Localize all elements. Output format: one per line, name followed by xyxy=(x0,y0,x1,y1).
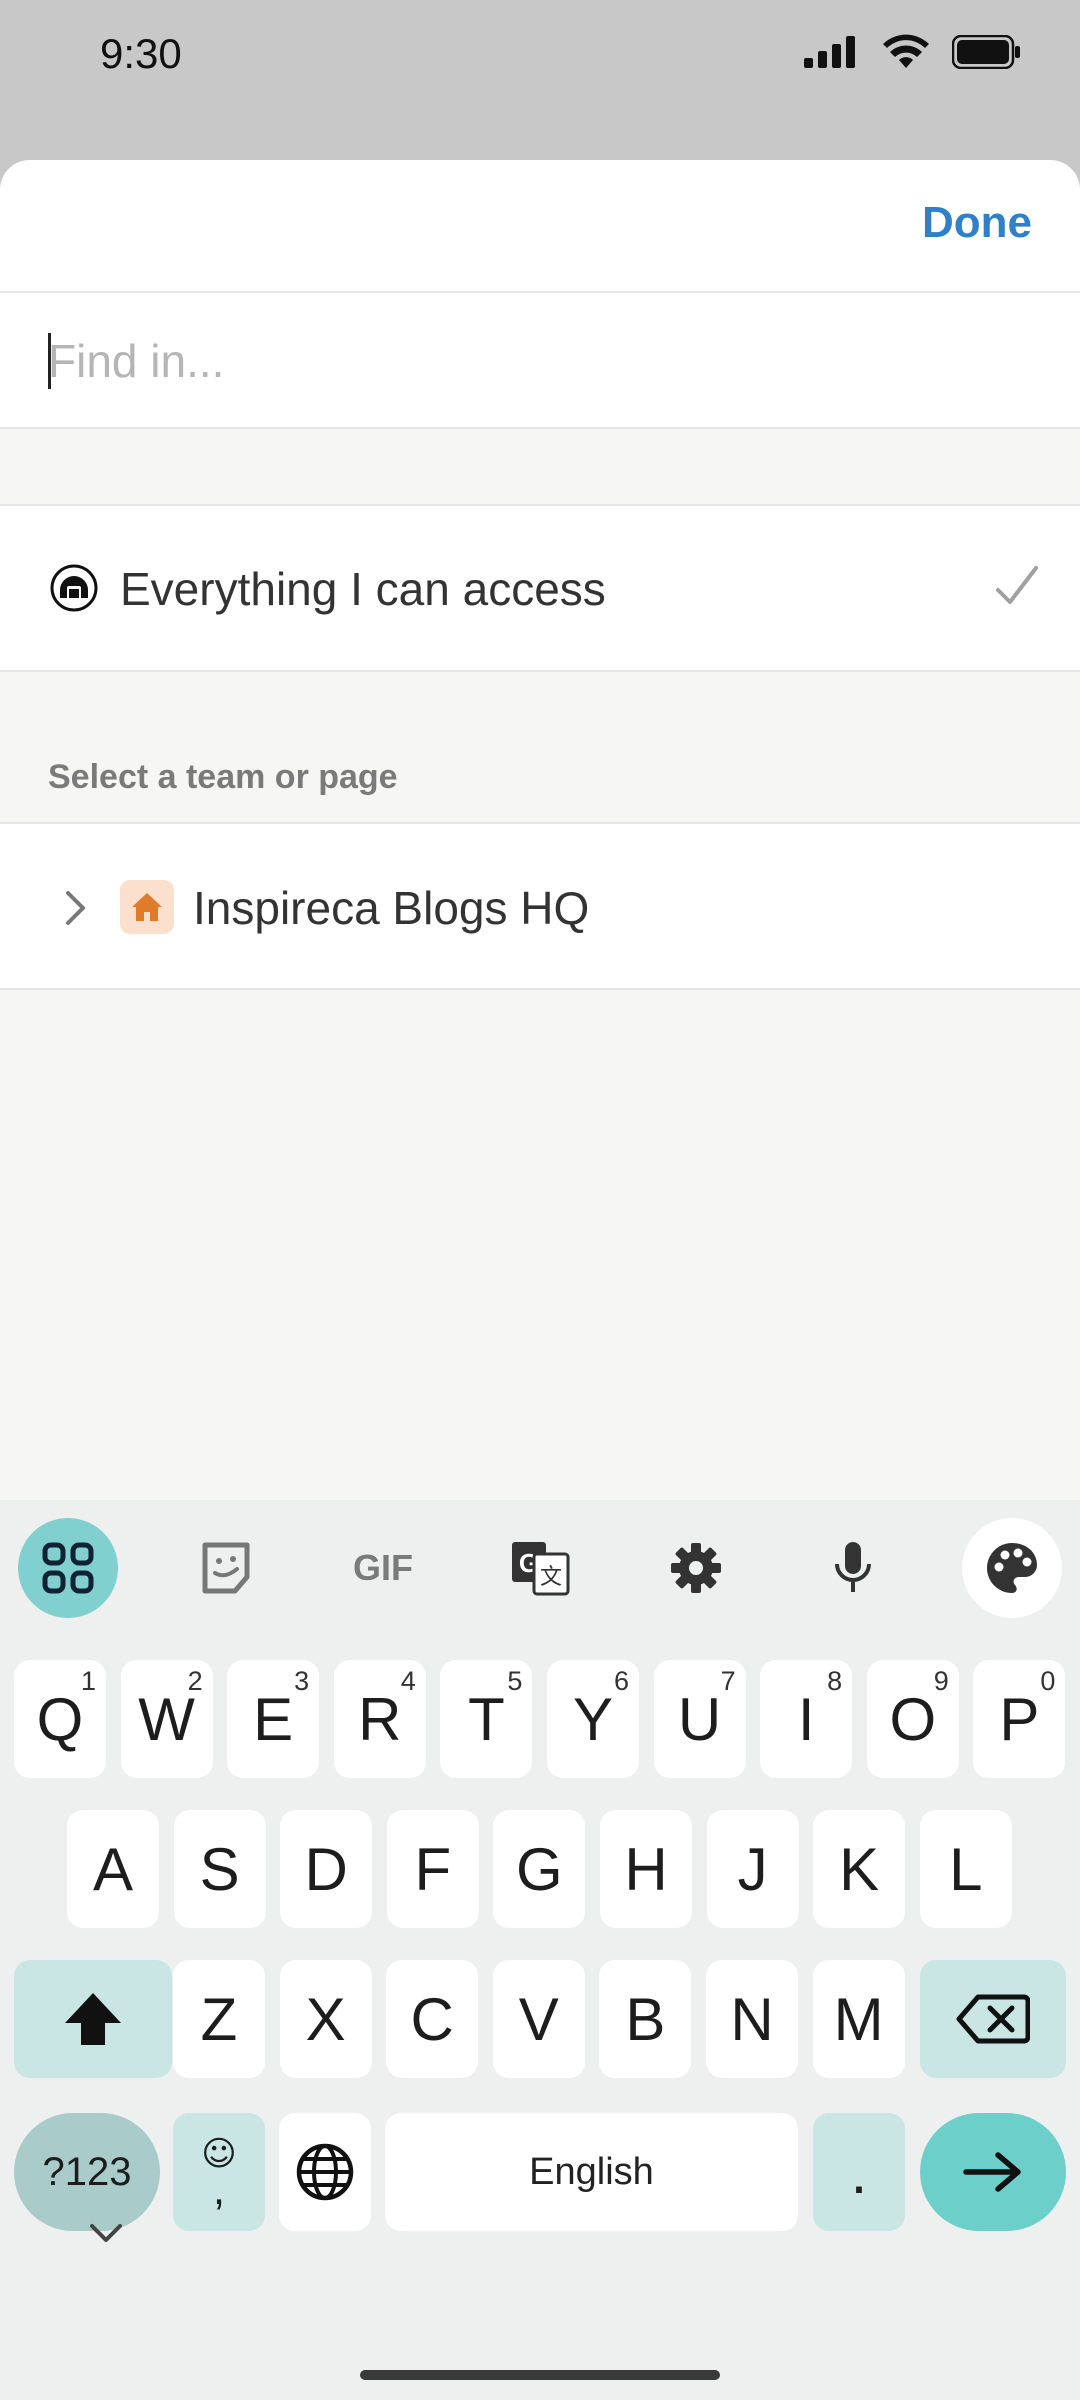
team-row[interactable]: Inspireca Blogs HQ xyxy=(0,822,1080,990)
key-number-hint: 7 xyxy=(720,1666,736,1696)
period-key[interactable]: . xyxy=(813,2113,905,2231)
key-letter: Q xyxy=(36,1685,84,1753)
soft-keyboard: GIF G 文 Q 1 W 2 E 3 R 4 T 5 Y 6 U 7 I 8 … xyxy=(0,1500,1080,2400)
key-x[interactable]: X xyxy=(279,1960,372,2078)
scope-option-everything[interactable]: Everything I can access xyxy=(0,504,1080,672)
key-number-hint: 8 xyxy=(827,1666,843,1696)
emoji-comma-key[interactable]: ☺ , xyxy=(173,2113,265,2231)
status-icons xyxy=(804,34,1022,70)
signal-icon xyxy=(804,36,855,68)
key-z[interactable]: Z xyxy=(173,1960,265,2078)
sticker-icon[interactable] xyxy=(176,1518,276,1618)
key-letter: I xyxy=(797,1685,815,1753)
key-number-hint: 1 xyxy=(80,1666,96,1696)
key-y[interactable]: Y6 xyxy=(547,1660,639,1778)
globe-key[interactable] xyxy=(279,2113,371,2231)
key-s[interactable]: S xyxy=(173,1810,266,1928)
key-h[interactable]: H xyxy=(600,1810,692,1928)
key-number-hint: 4 xyxy=(400,1666,416,1696)
section-label: Select a team or page xyxy=(48,758,398,796)
key-j[interactable]: J xyxy=(706,1810,799,1928)
status-bar: 9:30 xyxy=(0,0,1080,110)
key-number-hint: 6 xyxy=(613,1666,629,1696)
comma-label: , xyxy=(212,2165,226,2214)
key-letter: U xyxy=(677,1685,722,1753)
gif-icon[interactable]: GIF xyxy=(333,1518,433,1618)
done-button[interactable]: Done xyxy=(922,198,1032,248)
backspace-key[interactable] xyxy=(920,1960,1066,2078)
key-f[interactable]: F xyxy=(386,1810,479,1928)
key-number-hint: 0 xyxy=(1040,1666,1056,1696)
checkmark-icon xyxy=(996,566,1038,604)
key-a[interactable]: A xyxy=(67,1810,159,1928)
microphone-icon[interactable] xyxy=(803,1518,903,1618)
key-number-hint: 5 xyxy=(507,1666,523,1696)
chevron-down-icon[interactable] xyxy=(86,2220,126,2246)
team-label: Inspireca Blogs HQ xyxy=(193,882,590,934)
enter-key[interactable] xyxy=(920,2113,1066,2231)
arrow-right-icon xyxy=(963,2152,1021,2192)
search-input[interactable] xyxy=(48,329,1028,393)
key-letter: O xyxy=(889,1685,937,1753)
text-cursor xyxy=(48,333,51,389)
battery-icon xyxy=(952,35,1020,69)
wifi-icon xyxy=(883,34,929,68)
key-l[interactable]: L xyxy=(919,1810,1012,1928)
globe-icon xyxy=(296,2143,354,2201)
key-g[interactable]: G xyxy=(493,1810,586,1928)
key-d[interactable]: D xyxy=(280,1810,373,1928)
symbols-key[interactable]: ?123 xyxy=(14,2113,160,2231)
key-letter: Y xyxy=(572,1685,614,1753)
key-r[interactable]: R4 xyxy=(333,1660,426,1778)
settings-icon[interactable] xyxy=(646,1518,746,1618)
key-o[interactable]: O9 xyxy=(866,1660,959,1778)
key-e[interactable]: E3 xyxy=(227,1660,320,1778)
status-time: 9:30 xyxy=(100,30,182,77)
gif-label: GIF xyxy=(353,1547,413,1588)
key-i[interactable]: I8 xyxy=(760,1660,853,1778)
key-letter: P xyxy=(999,1685,1040,1753)
key-q[interactable]: Q1 xyxy=(14,1660,106,1778)
key-number-hint: 9 xyxy=(933,1666,949,1696)
backspace-icon xyxy=(956,1994,1030,2044)
key-c[interactable]: C xyxy=(386,1960,479,2078)
key-n[interactable]: N xyxy=(706,1960,798,2078)
key-letter: R xyxy=(358,1685,402,1753)
key-number-hint: 3 xyxy=(294,1666,310,1696)
key-p[interactable]: P0 xyxy=(973,1660,1066,1778)
scope-label: Everything I can access xyxy=(120,563,606,615)
svg-text:文: 文 xyxy=(540,1565,562,1590)
shift-icon xyxy=(65,1993,121,2045)
key-letter: E xyxy=(253,1685,294,1753)
apps-grid-icon[interactable] xyxy=(18,1518,118,1618)
key-b[interactable]: B xyxy=(599,1960,692,2078)
key-u[interactable]: U7 xyxy=(653,1660,746,1778)
chevron-right-icon[interactable] xyxy=(62,888,90,928)
home-indicator[interactable] xyxy=(360,2370,720,2380)
key-k[interactable]: K xyxy=(813,1810,906,1928)
sheet-header: Done xyxy=(0,160,1080,293)
shift-key[interactable] xyxy=(14,1960,172,2078)
key-w[interactable]: W2 xyxy=(120,1660,213,1778)
home-icon xyxy=(120,880,174,934)
key-number-hint: 2 xyxy=(187,1666,203,1696)
key-v[interactable]: V xyxy=(492,1960,585,2078)
search-scope-sheet: Done Everything I can access Select a te… xyxy=(0,160,1080,1500)
space-key[interactable]: English xyxy=(385,2113,798,2231)
key-letter: W xyxy=(138,1685,195,1753)
workspace-icon xyxy=(50,564,98,612)
key-letter: T xyxy=(468,1685,505,1753)
key-t[interactable]: T5 xyxy=(440,1660,533,1778)
search-row xyxy=(0,293,1080,429)
key-m[interactable]: M xyxy=(812,1960,905,2078)
palette-icon[interactable] xyxy=(962,1518,1062,1618)
translate-icon[interactable]: G 文 xyxy=(490,1518,590,1618)
